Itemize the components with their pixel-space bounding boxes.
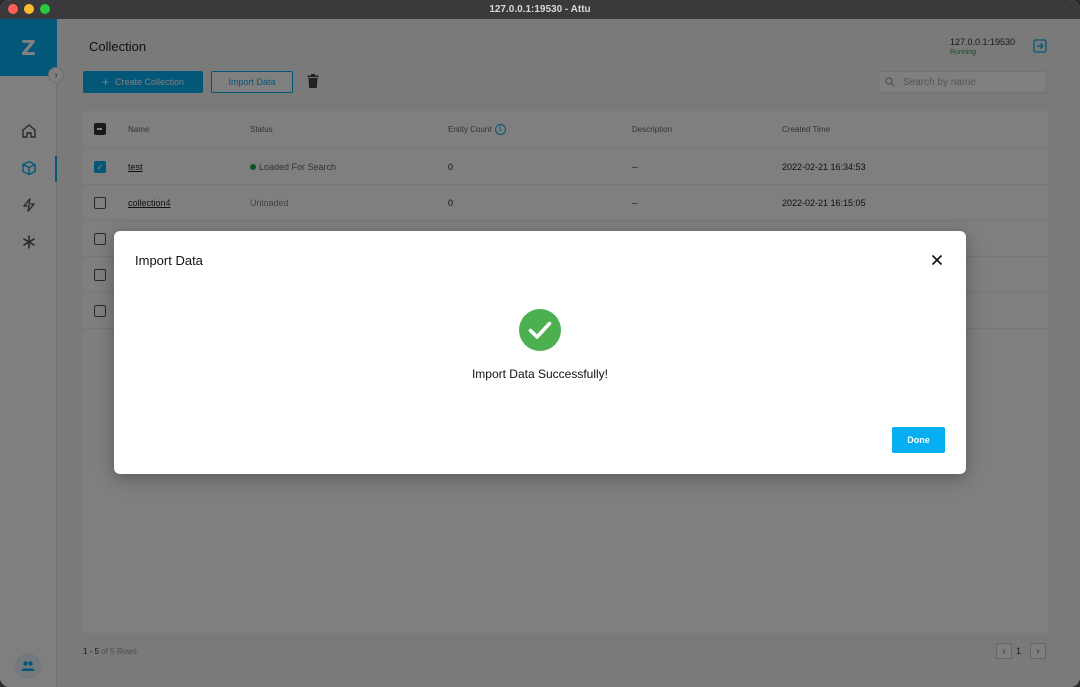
check-circle-icon (518, 308, 562, 352)
title-bar: 127.0.0.1:19530 - Attu (0, 0, 1080, 19)
close-icon (931, 254, 943, 266)
maximize-window-button[interactable] (40, 4, 50, 14)
close-window-button[interactable] (8, 4, 18, 14)
dialog-close-button[interactable] (929, 252, 945, 268)
app-window: 127.0.0.1:19530 - Attu Z › Collection 12… (0, 0, 1080, 687)
dialog-title: Import Data (135, 253, 203, 268)
window-title: 127.0.0.1:19530 - Attu (489, 4, 591, 15)
window-controls (8, 4, 50, 14)
minimize-window-button[interactable] (24, 4, 34, 14)
success-message: Import Data Successfully! (471, 367, 609, 381)
done-button[interactable]: Done (892, 427, 945, 453)
import-data-dialog: Import Data Import Data Successfully! Do… (114, 231, 966, 474)
